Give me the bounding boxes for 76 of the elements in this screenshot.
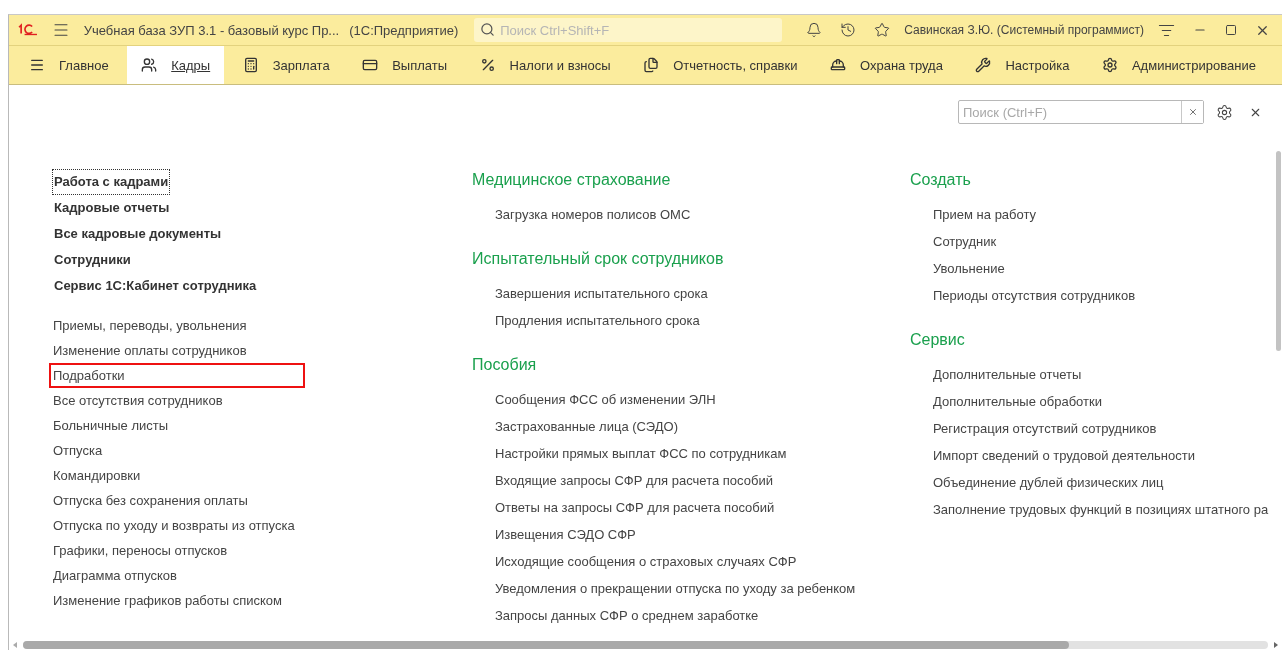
menu-link[interactable]: Извещения СЭДО СФР [491,521,638,548]
group-heading: Медицинское страхование [472,170,672,190]
menu-link[interactable]: Графики, переносы отпусков [49,538,230,563]
main-link[interactable]: Сервис 1С:Кабинет сотрудника [52,273,259,299]
menu-link[interactable]: Застрахованные лица (СЭДО) [491,413,680,440]
gear-icon [1101,57,1118,73]
calculator-icon [242,57,259,73]
menu-link[interactable]: Больничные листы [49,413,171,438]
menu-link[interactable]: Отпуска [49,438,105,463]
main-link[interactable]: Кадровые отчеты [52,195,172,221]
maximize-icon[interactable] [1225,24,1237,36]
documents-icon [643,57,660,73]
group-heading: Пособия [472,355,538,375]
menu-link[interactable]: Объединение дублей физических лиц [929,469,1166,496]
menu-link[interactable]: Отпуска без сохранения оплаты [49,488,250,513]
section-tab[interactable]: Администрирование [1087,46,1270,84]
card-icon [362,57,379,73]
menu-link[interactable]: Импорт сведений о трудовой деятельности [929,442,1197,469]
main-link[interactable]: Работа с кадрами [52,169,171,195]
user-name: Савинская З.Ю. (Системный программист) [904,23,1144,37]
menu-link[interactable]: Загрузка номеров полисов ОМС [491,201,693,228]
menu-link[interactable]: Прием на работу [929,201,1039,228]
group-heading: Сервис [910,330,966,350]
helmet-icon [830,57,846,73]
clear-icon [1187,107,1198,117]
section-tab[interactable]: Налоги и взносы [465,46,625,84]
settings-icon[interactable] [1216,103,1233,121]
menu-link[interactable]: Отпуска по уходу и возвраты из отпуска [49,513,297,538]
percent-icon [479,57,496,73]
group-heading: Создать [910,170,972,190]
global-search-field[interactable]: Поиск Ctrl+Shift+F [474,18,783,42]
menu-link[interactable]: Настройки прямых выплат ФСС по сотрудникам [491,440,789,467]
menu-link[interactable]: Заполнение трудовых функций в позициях штатного ра [929,496,1271,523]
menu-link[interactable]: Ответы на запросы СФР для расчета пособий [491,494,777,521]
star-icon[interactable] [874,22,891,38]
main-link[interactable]: Сотрудники [52,247,133,273]
menu-link[interactable]: Сообщения ФСС об изменении ЭЛН [491,386,718,413]
menu-link[interactable]: Регистрация отсутствий сотрудников [929,415,1159,442]
wrench-icon [975,57,992,73]
menu-link[interactable]: Продления испытательного срока [491,307,702,334]
menu-icon [29,57,45,73]
menu-link[interactable]: Изменение графиков работы списком [49,588,284,613]
section-tab[interactable]: Охрана труда [816,46,957,84]
menu-link[interactable]: Командировки [49,463,143,488]
menu-link[interactable]: Дополнительные обработки [929,388,1104,415]
search-field[interactable]: Поиск (Ctrl+F) [958,100,1204,124]
people-icon [141,57,158,73]
window-title: Учебная база ЗУП 3.1 - базовый курс Пр... [83,22,340,38]
menu-link[interactable]: Изменение оплаты сотрудников [49,338,249,363]
menu-link[interactable]: Запросы данных СФР о среднем заработке [491,602,761,629]
menu-button[interactable] [51,21,70,39]
menu-link[interactable]: Периоды отсутствия сотрудников [929,282,1138,309]
section-tab[interactable]: Кадры [127,46,225,84]
logo-icon [17,22,38,38]
menu-link[interactable]: Увольнение [929,255,1007,282]
main-link[interactable]: Все кадровые документы [52,221,224,247]
menu-link[interactable]: Приемы, переводы, увольнения [49,313,249,338]
bell-icon[interactable] [806,22,823,38]
section-tab[interactable]: Выплаты [348,46,462,84]
menu-link[interactable]: Подработки [49,363,305,388]
section-tab[interactable]: Настройка [961,46,1084,84]
section-tab[interactable]: Главное [15,46,123,84]
section-tab[interactable]: Отчетность, справки [629,46,812,84]
app-name: (1С:Предприятие) [349,22,459,38]
history-icon[interactable] [840,22,857,38]
menu-link[interactable]: Диаграмма отпусков [49,563,179,588]
menu-link[interactable]: Исходящие сообщения о страховых случаях СФР [491,548,799,575]
clear-button[interactable] [1181,101,1203,123]
menu-link[interactable]: Сотрудник [929,228,999,255]
menu-link[interactable]: Завершения испытательного срока [491,280,710,307]
menu-link[interactable]: Дополнительные отчеты [929,361,1084,388]
section-tab[interactable]: Зарплата [228,46,344,84]
menu-link[interactable]: Все отсутствия сотрудников [49,388,225,413]
group-heading: Испытательный срок сотрудников [472,249,725,269]
menu-link[interactable]: Входящие запросы СФР для расчета пособий [491,467,775,494]
menu-link[interactable]: Уведомления о прекращении отпуска по уходу за ребенком [491,575,858,602]
